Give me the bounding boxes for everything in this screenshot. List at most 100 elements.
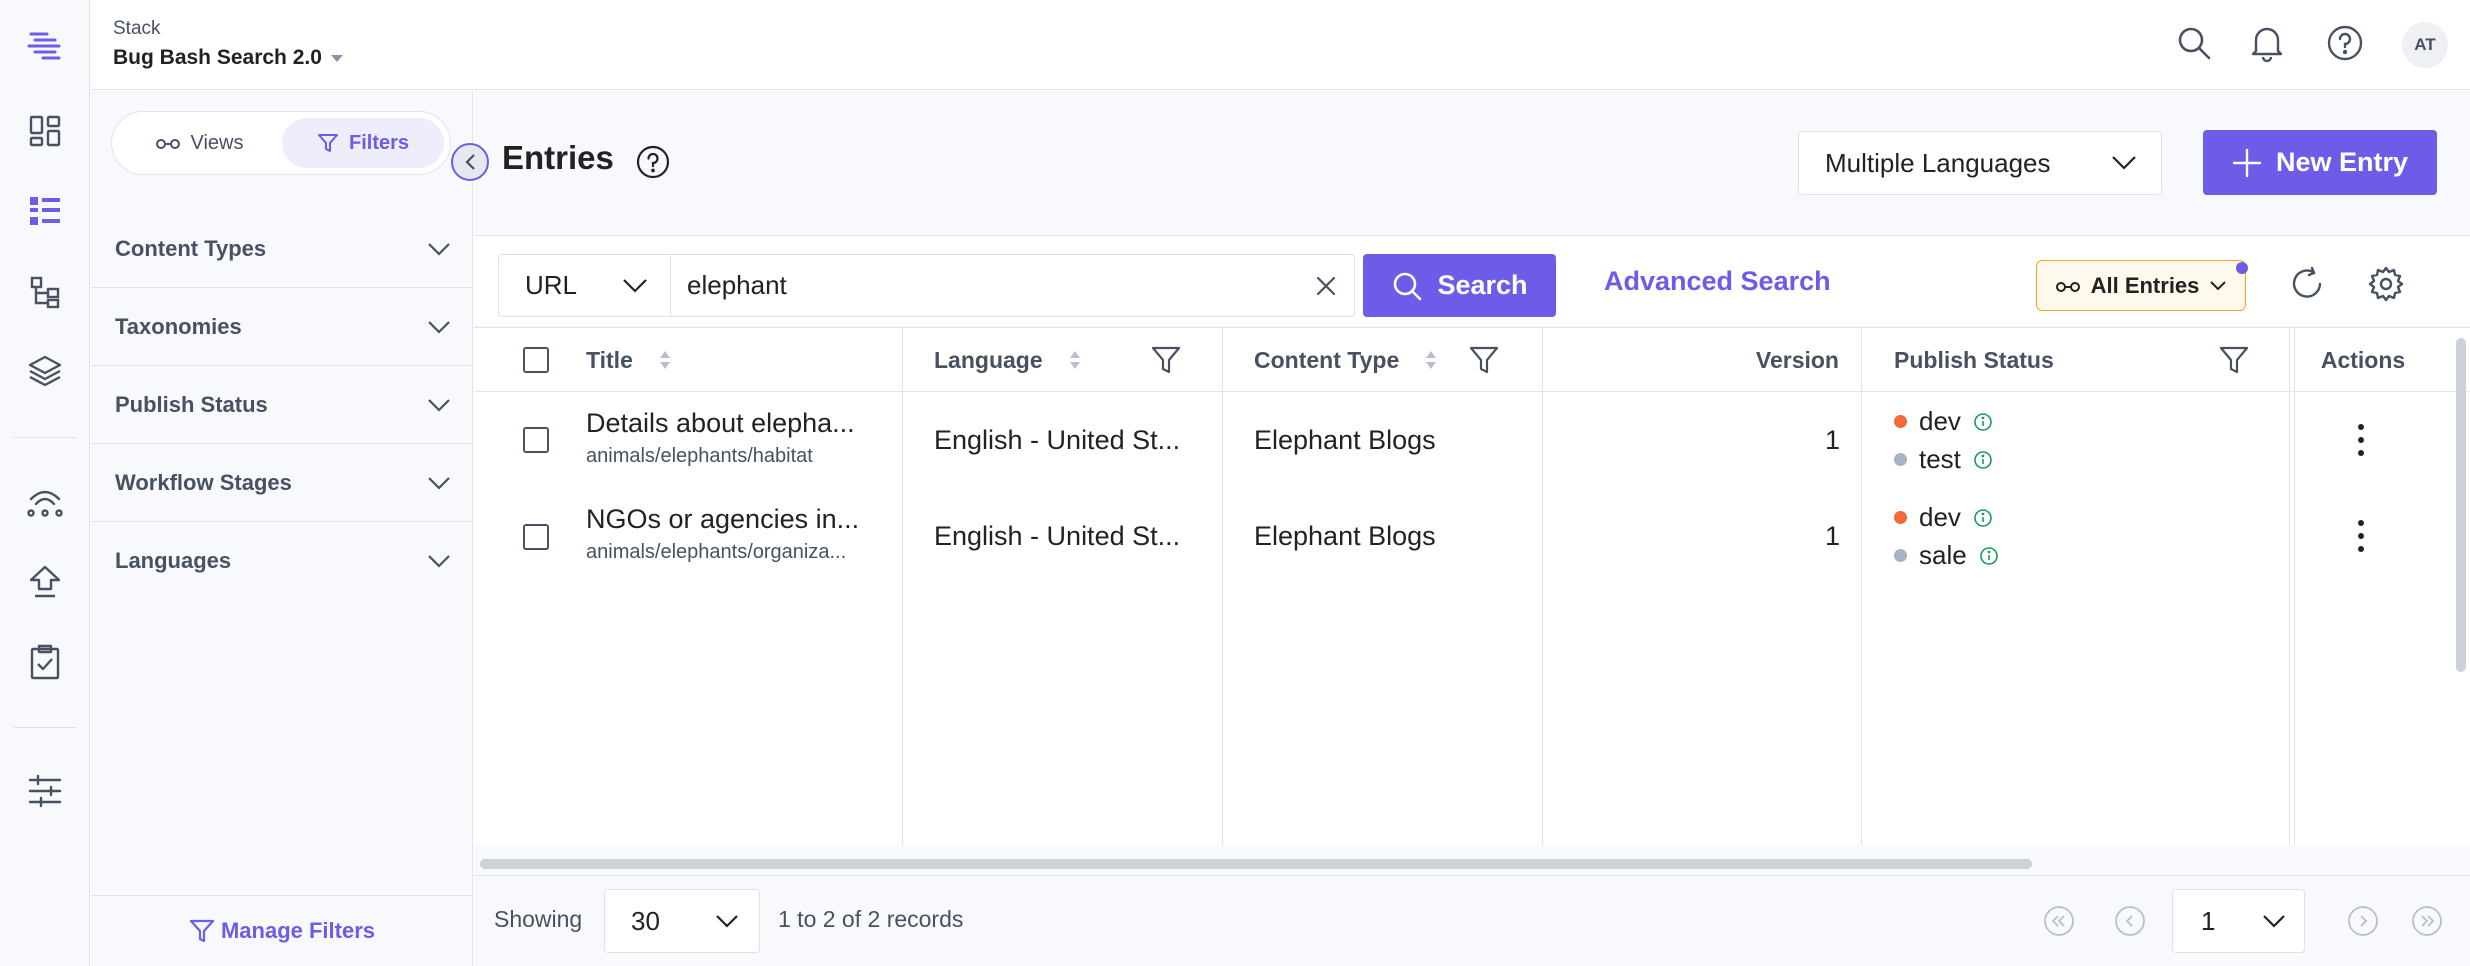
dashboard-icon[interactable] xyxy=(23,109,67,153)
publish-queue-icon[interactable] xyxy=(23,560,67,604)
page-select[interactable]: 1 xyxy=(2172,889,2305,953)
row-actions-button[interactable] xyxy=(2346,418,2376,462)
entry-content-type: Elephant Blogs xyxy=(1254,521,1436,551)
row-checkbox[interactable] xyxy=(523,427,549,453)
stack-switcher[interactable]: Bug Bash Search 2.0 xyxy=(113,46,344,70)
filter-label: Content Types xyxy=(115,235,267,261)
search-button[interactable]: Search xyxy=(1363,254,1556,317)
entry-title[interactable]: Details about elepha... xyxy=(586,408,855,439)
filter-label: Languages xyxy=(115,548,232,573)
content-models-icon[interactable] xyxy=(23,270,67,314)
views-tab-label: Views xyxy=(190,131,244,154)
publish-status-item: dev xyxy=(1894,502,1993,533)
filter-label: Publish Status xyxy=(115,391,268,417)
row-actions-button[interactable] xyxy=(2346,514,2376,558)
kebab-icon xyxy=(2358,424,2364,456)
status-dot xyxy=(1894,415,1907,428)
tasks-icon[interactable] xyxy=(23,640,67,684)
views-filters-toggle: Views Filters xyxy=(111,111,451,175)
first-page-icon[interactable] xyxy=(2042,904,2076,938)
filter-publish-status[interactable]: Publish Status xyxy=(91,366,473,444)
last-page-icon[interactable] xyxy=(2410,904,2444,938)
sort-icon[interactable] xyxy=(659,349,671,371)
publish-status-item: sale xyxy=(1894,540,1999,571)
info-icon[interactable] xyxy=(1973,508,1993,528)
select-all-checkbox[interactable] xyxy=(523,347,549,373)
chevron-down-icon xyxy=(428,476,450,490)
status-dot xyxy=(1894,511,1907,524)
column-title[interactable]: Title xyxy=(586,328,671,392)
filter-icon[interactable] xyxy=(1468,344,1500,376)
glasses-icon xyxy=(155,139,180,149)
page-title: Entries xyxy=(502,139,614,176)
entry-language: English - United St... xyxy=(934,425,1181,455)
filter-languages[interactable]: Languages xyxy=(91,522,473,600)
top-header: Stack Bug Bash Search 2.0 AT xyxy=(91,0,2470,90)
left-rail xyxy=(0,0,90,966)
sort-icon[interactable] xyxy=(1069,349,1081,371)
help-icon[interactable] xyxy=(635,144,671,180)
info-icon[interactable] xyxy=(1973,412,1993,432)
collapse-sidebar-button[interactable] xyxy=(451,143,489,181)
column-language[interactable]: Language xyxy=(934,328,1081,392)
entries-icon[interactable] xyxy=(23,189,67,233)
filter-icon[interactable] xyxy=(1150,344,1182,376)
notification-dot xyxy=(2236,262,2248,274)
kebab-icon xyxy=(2358,520,2364,552)
search-icon[interactable] xyxy=(2173,22,2215,64)
vertical-scrollbar[interactable] xyxy=(2456,338,2466,672)
assets-icon[interactable] xyxy=(23,349,67,393)
filter-workflow-stages[interactable]: Workflow Stages xyxy=(91,444,473,522)
filters-tab[interactable]: Filters xyxy=(282,118,444,168)
chevron-down-icon xyxy=(2112,156,2136,170)
filter-icon[interactable] xyxy=(2218,344,2250,376)
settings-sliders-icon[interactable] xyxy=(23,769,67,813)
manage-filters-button[interactable]: Manage Filters xyxy=(91,895,473,966)
view-select-label: All Entries xyxy=(2090,272,2200,298)
bell-icon[interactable] xyxy=(2246,22,2288,64)
search-box xyxy=(671,254,1355,317)
chevron-down-icon xyxy=(2263,915,2285,928)
views-tab[interactable]: Views xyxy=(118,118,280,168)
filter-icon xyxy=(189,919,215,943)
advanced-search-link[interactable]: Advanced Search xyxy=(1604,266,1831,297)
caret-down-icon xyxy=(330,55,343,62)
entry-version: 1 xyxy=(1824,521,1840,551)
filter-taxonomies[interactable]: Taxonomies xyxy=(91,288,473,366)
language-select[interactable]: Multiple Languages xyxy=(1798,131,2162,195)
manage-filters-label: Manage Filters xyxy=(220,918,376,943)
column-content-type[interactable]: Content Type xyxy=(1254,328,1437,392)
filter-content-types[interactable]: Content Types xyxy=(91,210,473,288)
deployments-icon[interactable] xyxy=(23,479,67,523)
row-checkbox[interactable] xyxy=(523,524,549,550)
search-toolbar: URL Search Advanced Search All Entries xyxy=(474,235,2470,326)
search-field-select[interactable]: URL xyxy=(498,254,671,317)
horizontal-scrollbar[interactable] xyxy=(480,859,2032,869)
sort-icon[interactable] xyxy=(1425,349,1437,371)
clear-icon[interactable] xyxy=(1314,274,1338,298)
search-input[interactable] xyxy=(687,270,1314,301)
current-page: 1 xyxy=(2201,905,2216,936)
filter-label: Taxonomies xyxy=(115,313,242,339)
prev-page-icon[interactable] xyxy=(2113,904,2147,938)
stack-label: Stack xyxy=(113,18,161,39)
entry-title[interactable]: NGOs or agencies in... xyxy=(586,504,859,535)
next-page-icon[interactable] xyxy=(2346,904,2380,938)
logo-icon[interactable] xyxy=(23,24,67,68)
gear-icon[interactable] xyxy=(2366,264,2406,304)
per-page-value: 30 xyxy=(631,905,660,936)
chevron-down-icon xyxy=(428,555,450,568)
column-publish-status-label: Publish Status xyxy=(1894,346,2054,373)
avatar[interactable]: AT xyxy=(2402,22,2448,68)
new-entry-button[interactable]: New Entry xyxy=(2203,130,2437,195)
view-select[interactable]: All Entries xyxy=(2036,260,2246,311)
refresh-icon[interactable] xyxy=(2287,264,2327,304)
entries-main: Entries Multiple Languages New Entry URL… xyxy=(474,91,2470,966)
per-page-select[interactable]: 30 xyxy=(604,889,760,953)
help-icon[interactable] xyxy=(2324,22,2366,64)
showing-label: Showing xyxy=(494,906,583,932)
column-content-type-label: Content Type xyxy=(1254,346,1400,373)
info-icon[interactable] xyxy=(1973,450,1993,470)
info-icon[interactable] xyxy=(1979,546,1999,566)
records-count: 1 to 2 of 2 records xyxy=(778,906,964,932)
